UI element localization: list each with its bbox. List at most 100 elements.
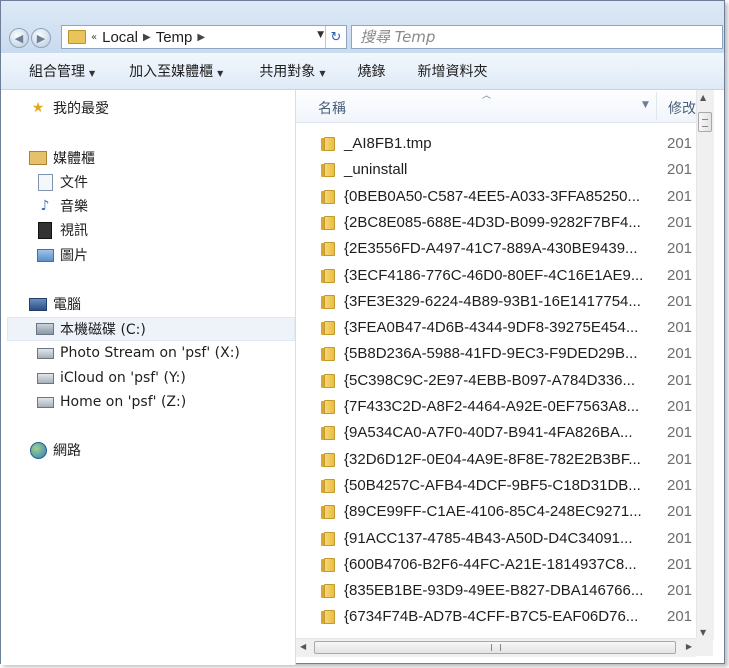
file-row[interactable]: {600B4706-B2F6-44FC-A21E-1814937C8... 201 — [296, 552, 696, 578]
nav-item-documents[interactable]: 文件 — [36, 170, 88, 194]
nav-label: Home on 'psf' (Z:) — [60, 394, 187, 410]
command-bar: 組合管理 ▼ 加入至媒體櫃 ▼ 共用對象 ▼ 燒錄 新增資料夾 — [1, 53, 724, 90]
folder-icon — [321, 584, 335, 599]
file-row[interactable]: {835EB1BE-93D9-49EE-B827-DBA146766... 201 — [296, 578, 696, 604]
drive-icon — [36, 320, 54, 338]
column-divider[interactable] — [656, 92, 657, 120]
file-row[interactable]: {2E3556FD-A497-41C7-889A-430BE9439... 201 — [296, 236, 696, 262]
file-name: {89CE99FF-C1AE-4106-85C4-248EC9271... — [344, 503, 642, 521]
nav-item-computer[interactable]: 電腦 — [29, 292, 81, 316]
sort-indicator-icon: ︿ — [482, 91, 492, 101]
file-row[interactable]: {3FEA0B47-4D6B-4344-9DF8-39275E454... 201 — [296, 315, 696, 341]
file-date-modified: 201 — [667, 240, 693, 258]
nav-label: 媒體櫃 — [53, 151, 95, 167]
file-row[interactable]: _uninstall 201 — [296, 157, 696, 183]
file-row[interactable]: {3FE3E329-6224-4B89-93B1-16E1417754... 20… — [296, 289, 696, 315]
breadcrumb-temp[interactable]: Temp — [156, 29, 193, 46]
file-date-modified: 201 — [667, 608, 693, 626]
nav-item-drive-z[interactable]: Home on 'psf' (Z:) — [36, 390, 186, 414]
document-icon — [36, 173, 54, 191]
chevron-down-icon: ▼ — [319, 69, 326, 78]
network-drive-icon — [36, 344, 54, 362]
chevron-right-icon[interactable]: ▶ — [197, 32, 205, 43]
file-row[interactable]: {32D6D12F-0E04-4A9E-8F8E-782E2B3BF... 201 — [296, 447, 696, 473]
globe-icon — [29, 441, 47, 459]
chevron-right-icon[interactable]: ▶ — [143, 32, 151, 43]
scroll-down-arrow-icon[interactable]: ▼ — [700, 628, 706, 637]
nav-item-music[interactable]: ♪ 音樂 — [36, 194, 88, 218]
file-row[interactable]: {5B8D236A-5988-41FD-9EC3-F9DED29B... 201 — [296, 341, 696, 367]
file-row[interactable]: {3ECF4186-776C-46D0-80EF-4C16E1AE9... 201 — [296, 263, 696, 289]
file-row[interactable]: {91ACC137-4785-4B43-A50D-D4C34091... 201 — [296, 526, 696, 552]
scroll-up-arrow-icon[interactable]: ▲ — [700, 93, 706, 102]
file-name: {2BC8E085-688E-4D3D-B099-9282F7BF4... — [344, 213, 641, 231]
nav-label: 音樂 — [60, 199, 88, 215]
nav-item-videos[interactable]: 視訊 — [36, 218, 88, 242]
nav-item-local-disk[interactable]: 本機磁碟 (C:) — [7, 317, 295, 341]
nav-item-pictures[interactable]: 圖片 — [36, 243, 88, 267]
nav-item-favorites[interactable]: ★ 我的最愛 — [29, 96, 109, 120]
file-row[interactable]: {89CE99FF-C1AE-4106-85C4-248EC9271... 201 — [296, 499, 696, 525]
picture-icon — [36, 246, 54, 264]
explorer-window: ◀ ▶ « Local ▶ Temp ▶ ▼ ↻ 搜尋 Temp 組合管理 ▼ 加… — [0, 0, 725, 665]
file-date-modified: 201 — [667, 292, 693, 310]
file-row[interactable]: {9A534CA0-A7F0-40D7-B941-4FA826BA... 201 — [296, 420, 696, 446]
address-bar[interactable]: « Local ▶ Temp ▶ ▼ ↻ — [61, 25, 347, 49]
star-icon: ★ — [31, 100, 45, 116]
file-row[interactable]: {7F433C2D-A8F2-4464-A92E-0EF7563A8... 201 — [296, 394, 696, 420]
nav-label: 視訊 — [60, 223, 88, 239]
file-row[interactable]: {50B4257C-AFB4-4DCF-9BF5-C18D31DB... 201 — [296, 473, 696, 499]
folder-icon — [321, 505, 335, 520]
file-row[interactable]: _AI8FB1.tmp 201 — [296, 131, 696, 157]
file-name: {50B4257C-AFB4-4DCF-9BF5-C18D31DB... — [344, 476, 641, 494]
folder-icon — [68, 30, 86, 44]
nav-item-network[interactable]: 網路 — [29, 438, 81, 462]
horizontal-scrollbar[interactable]: ◀ ▶ — [296, 638, 696, 657]
folder-icon — [321, 321, 335, 336]
library-icon — [29, 149, 47, 167]
column-header-modified[interactable]: 修改 — [668, 98, 696, 118]
chevron-down-icon[interactable]: ▼ — [317, 30, 324, 40]
scroll-thumb[interactable] — [698, 112, 712, 132]
add-to-library-button[interactable]: 加入至媒體櫃 ▼ — [129, 61, 223, 81]
new-folder-button[interactable]: 新增資料夾 — [417, 61, 487, 81]
folder-icon — [321, 610, 335, 625]
scroll-right-arrow-icon[interactable]: ▶ — [686, 642, 692, 651]
file-list-pane: ︿ 名稱 ▼ 修改 _AI8FB1.tmp 201 _uninstall 201 {0B… — [296, 90, 696, 645]
nav-item-libraries[interactable]: 媒體櫃 — [29, 146, 95, 170]
folder-icon — [321, 478, 335, 493]
organize-button[interactable]: 組合管理 ▼ — [29, 61, 95, 81]
vertical-scrollbar[interactable]: ▲ ▼ — [696, 90, 714, 640]
computer-icon — [29, 295, 47, 313]
folder-icon — [321, 531, 335, 546]
nav-item-drive-x[interactable]: Photo Stream on 'psf' (X:) — [36, 341, 240, 365]
file-date-modified: 201 — [667, 266, 693, 284]
file-row[interactable]: {2BC8E085-688E-4D3D-B099-9282F7BF4... 201 — [296, 210, 696, 236]
file-row[interactable]: {6734F74B-AD7B-4CFF-B7C5-EAF06D76... 201 — [296, 604, 696, 630]
breadcrumb-local[interactable]: Local — [102, 29, 138, 46]
column-header-name[interactable]: 名稱 — [318, 98, 346, 118]
back-button[interactable]: ◀ — [9, 28, 29, 48]
nav-label: 我的最愛 — [53, 101, 109, 117]
share-with-button[interactable]: 共用對象 ▼ — [259, 61, 325, 81]
file-date-modified: 201 — [667, 135, 693, 152]
scroll-left-arrow-icon[interactable]: ◀ — [300, 642, 306, 651]
network-drive-icon — [36, 393, 54, 411]
search-input[interactable]: 搜尋 Temp — [351, 25, 723, 49]
file-row[interactable]: {0BEB0A50-C587-4EE5-A033-3FFA85250... 201 — [296, 184, 696, 210]
forward-button[interactable]: ▶ — [31, 28, 51, 48]
file-date-modified: 201 — [667, 503, 693, 521]
scroll-thumb[interactable] — [314, 641, 676, 654]
chevron-down-icon[interactable]: ▼ — [642, 100, 649, 110]
burn-button[interactable]: 燒錄 — [357, 61, 385, 81]
folder-icon — [321, 189, 335, 204]
breadcrumb-overflow[interactable]: « — [91, 32, 97, 43]
nav-item-drive-y[interactable]: iCloud on 'psf' (Y:) — [36, 366, 186, 390]
file-row[interactable]: {5C398C9C-2E97-4EBB-B097-A784D336... 201 — [296, 368, 696, 394]
refresh-button[interactable]: ↻ — [325, 26, 346, 48]
address-bar-area: ◀ ▶ « Local ▶ Temp ▶ ▼ ↻ 搜尋 Temp — [1, 1, 724, 53]
file-name: {835EB1BE-93D9-49EE-B827-DBA146766... — [344, 582, 644, 600]
file-name: {7F433C2D-A8F2-4464-A92E-0EF7563A8... — [344, 398, 640, 415]
file-name: {600B4706-B2F6-44FC-A21E-1814937C8... — [344, 555, 637, 573]
nav-label: Photo Stream on 'psf' (X:) — [60, 345, 240, 361]
